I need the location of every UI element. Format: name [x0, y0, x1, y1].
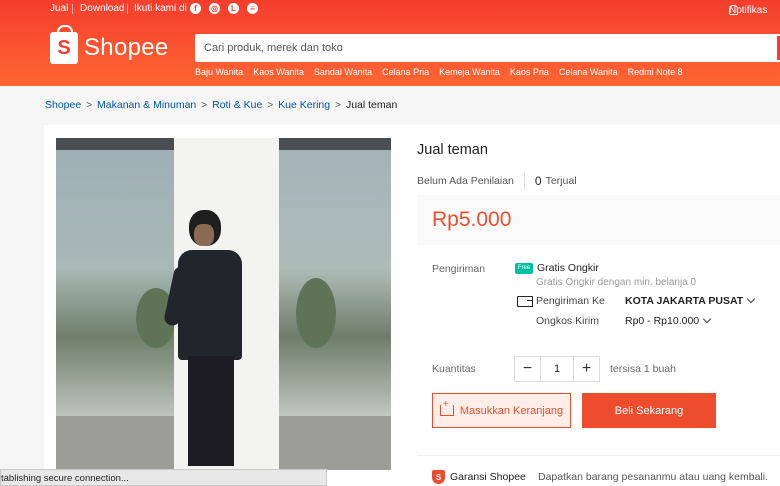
instagram-icon[interactable]: ◎ — [209, 3, 220, 14]
shipping-label: Pengiriman — [432, 263, 486, 275]
breadcrumb-link[interactable]: Roti & Kue — [212, 99, 262, 111]
divider — [127, 4, 128, 14]
chevron-right-icon: > — [267, 99, 274, 111]
download-link[interactable]: Download — [80, 3, 124, 14]
ship-to-dropdown[interactable]: KOTA JAKARTA PUSAT — [625, 294, 756, 307]
stock-text: tersisa 1 buah — [610, 363, 676, 375]
follow-label: Ikuti kami di — [134, 3, 187, 14]
product-image[interactable] — [56, 138, 391, 470]
hot-search-list: Baju Wanita Kaos Wanita Sandal Wanita Ce… — [195, 67, 683, 77]
hot-search-link[interactable]: Kaos Pria — [510, 67, 549, 77]
person-body — [178, 250, 242, 360]
add-to-cart-button[interactable]: Masukkan Keranjang — [432, 393, 571, 428]
free-shipping-title: Gratis Ongkir — [537, 262, 599, 274]
chevron-down-icon — [702, 314, 712, 324]
site-header: Jual Download Ikuti kami di f ◎ L ≡ Noti… — [0, 0, 780, 86]
chat-icon[interactable]: ≡ — [247, 3, 258, 14]
truck-icon — [517, 296, 533, 307]
breadcrumb-current: Jual teman — [345, 99, 398, 111]
person-face — [194, 224, 214, 246]
hot-search-link[interactable]: Celana Pria — [382, 67, 429, 77]
window-left — [56, 148, 176, 418]
tree — [296, 278, 336, 348]
quantity-input[interactable]: 1 — [540, 357, 574, 381]
hot-search-link[interactable]: Kaos Wanita — [253, 67, 304, 77]
guarantee-title[interactable]: Garansi Shopee — [450, 471, 526, 483]
notifications-label: Notifikas — [729, 5, 768, 16]
facebook-icon[interactable]: f — [190, 3, 201, 14]
divider — [72, 4, 73, 14]
search-bar — [195, 34, 780, 62]
sold-count: 0 — [534, 174, 542, 188]
hot-search-link[interactable]: Kemeja Wanita — [439, 67, 500, 77]
free-shipping-icon: Free — [515, 262, 533, 274]
chevron-right-icon: > — [335, 99, 341, 111]
buy-now-button[interactable]: Beli Sekarang — [582, 393, 716, 428]
add-to-cart-label: Masukkan Keranjang — [459, 404, 564, 417]
shopping-bag-icon: S — [50, 25, 78, 64]
breadcrumb: Shopee > Makanan & Minuman > Roti & Kue … — [45, 99, 397, 111]
cart-add-icon — [439, 399, 454, 416]
shipping-cost-dropdown[interactable]: Rp0 - Rp10.000 — [625, 314, 712, 327]
ship-to-value: KOTA JAKARTA PUSAT — [625, 295, 744, 307]
search-input[interactable] — [195, 34, 755, 62]
shopee-logo[interactable]: S Shopee — [50, 25, 169, 66]
breadcrumb-link[interactable]: Shopee — [45, 99, 81, 111]
free-shipping-subtitle: Gratis Ongkir dengan min. belanja 0 — [536, 277, 697, 288]
guarantee-description: Dapatkan barang pesananmu atau uang kemb… — [538, 471, 768, 483]
browser-status-bar: tablishing secure connection... — [0, 469, 327, 486]
shield-icon: S — [432, 470, 445, 484]
sold-label: Terjual — [545, 175, 577, 187]
quantity-stepper: − 1 + — [514, 356, 600, 382]
product-price: Rp5.000 — [432, 208, 512, 231]
shipping-cost-value: Rp0 - Rp10.000 — [625, 315, 700, 327]
logo-text: Shopee — [84, 34, 169, 61]
divider — [417, 455, 780, 456]
increase-button[interactable]: + — [574, 357, 599, 381]
person-legs — [188, 356, 234, 466]
free-shipping: Free Gratis Ongkir — [515, 262, 599, 274]
chevron-right-icon: > — [86, 99, 93, 111]
breadcrumb-link[interactable]: Makanan & Minuman — [97, 99, 196, 111]
chevron-right-icon: > — [201, 99, 208, 111]
breadcrumb-link[interactable]: Kue Kering — [278, 99, 330, 111]
quantity-label: Kuantitas — [432, 363, 476, 375]
rating-text[interactable]: Belum Ada Penilaian — [417, 175, 514, 187]
price-box: Rp5.000 — [417, 195, 780, 245]
ship-to-label: Pengiriman Ke — [536, 295, 605, 307]
decrease-button[interactable]: − — [515, 357, 540, 381]
hot-search-link[interactable]: Redmi Note 8 — [628, 67, 683, 77]
divider — [523, 172, 525, 190]
hot-search-link[interactable]: Celana Wanita — [559, 67, 618, 77]
top-navbar: Jual Download Ikuti kami di f ◎ L ≡ Noti… — [0, 0, 780, 18]
chevron-down-icon — [746, 294, 756, 304]
window-right — [278, 148, 391, 418]
line-icon[interactable]: L — [228, 3, 239, 14]
hot-search-link[interactable]: Sandal Wanita — [314, 67, 372, 77]
sell-link[interactable]: Jual — [50, 3, 68, 14]
product-meta: Belum Ada Penilaian 0 Terjual — [417, 172, 577, 190]
product-title: Jual teman — [417, 142, 488, 158]
hot-search-link[interactable]: Baju Wanita — [195, 67, 243, 77]
shipping-cost-label: Ongkos Kirim — [536, 315, 600, 327]
